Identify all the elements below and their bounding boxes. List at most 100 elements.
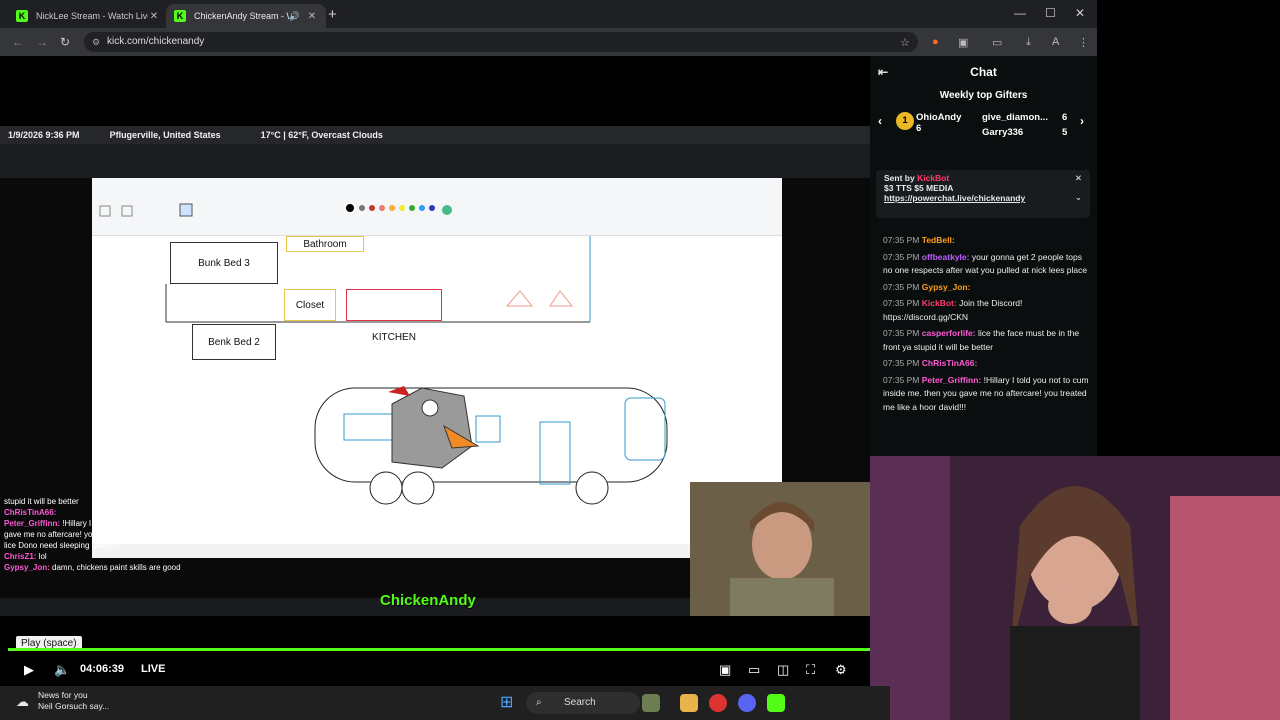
forward-icon[interactable]: → bbox=[36, 35, 48, 49]
pinned-sent-by: Sent by bbox=[884, 173, 915, 183]
overlay-chat-user: Gypsy_Jon: bbox=[4, 563, 50, 572]
msg-user[interactable]: KickBot: bbox=[922, 298, 957, 308]
gifter-name[interactable]: give_diamon... bbox=[982, 112, 1048, 123]
windows-taskbar: ☁ News for you Neil Gorsuch say... ⊞ ⌕ S… bbox=[0, 686, 890, 720]
tab-title: NickLee Stream - Watch Live on bbox=[36, 11, 148, 21]
webcam-person-icon bbox=[690, 482, 870, 616]
kick-app-icon[interactable] bbox=[767, 694, 785, 712]
gifter-name[interactable]: Garry336 bbox=[982, 127, 1023, 138]
paint-tools-icon bbox=[99, 203, 452, 217]
minimize-icon[interactable]: — bbox=[1014, 6, 1026, 20]
search-icon: ⌕ bbox=[536, 697, 542, 708]
chat-message: 07:35 PM KickBot: Join the Discord! http… bbox=[883, 297, 1090, 324]
settings-gear-icon[interactable]: ⚙ bbox=[835, 662, 847, 678]
streamer-brand-logo: ChickenAndy bbox=[380, 592, 476, 609]
taskbar-search[interactable]: ⌕ Search bbox=[526, 692, 640, 714]
msg-user[interactable]: casperforlife: bbox=[922, 328, 976, 338]
unpin-icon[interactable]: ✕ bbox=[1075, 173, 1082, 184]
discord-icon[interactable] bbox=[738, 694, 756, 712]
widget-app-icon[interactable] bbox=[642, 694, 660, 712]
kick-favicon-icon: K bbox=[174, 10, 186, 22]
tab-chickenandy[interactable]: K ChickenAndy Stream - Wat 🔊 ✕ bbox=[166, 4, 326, 28]
fullscreen-icon[interactable]: ⛶ bbox=[806, 662, 815, 678]
msg-time: 07:35 PM bbox=[883, 298, 920, 308]
stream-video[interactable]: 1/9/2026 9:36 PM Pflugerville, United St… bbox=[0, 126, 870, 616]
streamer-taskbar bbox=[0, 598, 690, 616]
expand-chevron-down-icon[interactable]: ⌄ bbox=[1075, 192, 1082, 203]
menu-kebab-icon[interactable]: ⋮ bbox=[1078, 36, 1089, 49]
msg-user[interactable]: Peter_Griffinn: bbox=[922, 375, 982, 385]
extension-icon[interactable]: ● bbox=[932, 36, 939, 48]
overlay-chat-line: lol bbox=[38, 552, 47, 561]
pinned-link[interactable]: https://powerchat.live/chickenandy bbox=[884, 193, 1082, 203]
reload-icon[interactable]: ↻ bbox=[60, 35, 70, 49]
chat-message: 07:35 PM Peter_Griffinn: !Hillary I told… bbox=[883, 374, 1090, 415]
top-gifters-label: Weekly top Gifters bbox=[939, 90, 1028, 101]
browser-tab-bar: K NickLee Stream - Watch Live on ✕ K Chi… bbox=[0, 0, 1097, 28]
close-window-icon[interactable]: ✕ bbox=[1075, 6, 1085, 20]
msg-user[interactable]: TedBell: bbox=[922, 235, 955, 245]
clip-icon[interactable]: ▣ bbox=[719, 662, 731, 678]
download-icon[interactable]: ⤓ bbox=[1026, 36, 1031, 49]
chat-title: Chat bbox=[970, 65, 997, 79]
pinned-message: Sent by KickBot $3 TTS $5 MEDIA https://… bbox=[876, 170, 1090, 218]
windows-start-icon[interactable]: ⊞ bbox=[500, 692, 513, 712]
msg-time: 07:35 PM bbox=[883, 281, 920, 292]
overlay-chat-user: Peter_Griffinn: bbox=[4, 519, 61, 528]
msg-user[interactable]: offbeatkyle: bbox=[922, 252, 970, 262]
gifter-name[interactable]: OhioAndy bbox=[916, 112, 961, 123]
cast-icon[interactable]: ▭ bbox=[992, 36, 1002, 49]
stream-datetime: 1/9/2026 9:36 PM bbox=[8, 130, 80, 140]
stream-info-bar: 1/9/2026 9:36 PM Pflugerville, United St… bbox=[0, 126, 870, 144]
gifter-count: 6 bbox=[916, 123, 922, 134]
prev-gifters-icon[interactable]: ‹ bbox=[878, 114, 882, 128]
gifter-rank-badge: 1 bbox=[896, 112, 914, 130]
stream-weather: 17°C | 62°F, Overcast Clouds bbox=[260, 130, 383, 140]
player-controls: Play (space) ▶ 🔈 04:06:39 LIVE ▣ ▭ ◫ ⛶ ⚙ bbox=[0, 616, 870, 686]
bookmark-star-icon[interactable]: ☆ bbox=[900, 36, 910, 49]
video-letterbox bbox=[0, 56, 870, 128]
new-tab-icon[interactable]: + bbox=[328, 6, 337, 23]
overlay-chat-line: damn, chickens paint skills are good bbox=[52, 563, 181, 572]
news-subtitle: Neil Gorsuch say... bbox=[38, 701, 110, 711]
msg-user[interactable]: Gypsy_Jon: bbox=[922, 282, 971, 292]
theater-mode-icon[interactable]: ▭ bbox=[748, 662, 760, 678]
maximize-icon[interactable]: ☐ bbox=[1045, 6, 1056, 20]
msg-time: 07:35 PM bbox=[883, 251, 920, 262]
chat-panel: ⇤ Chat Weekly top Gifters ‹ 1 OhioAndy 6… bbox=[870, 56, 1097, 456]
overlay-chat-user: ChrisZ1: bbox=[4, 552, 37, 561]
profile-avatar-icon[interactable]: A bbox=[1052, 36, 1059, 48]
chrome-icon[interactable] bbox=[709, 694, 727, 712]
volume-icon[interactable]: 🔈 bbox=[54, 662, 70, 678]
top-gifters: Weekly top Gifters ‹ 1 OhioAndy 6 give_d… bbox=[870, 90, 1097, 154]
streamer-browser-toolbar bbox=[0, 144, 870, 178]
elapsed-time: 04:06:39 bbox=[80, 663, 125, 675]
webcam-person-icon bbox=[870, 456, 1280, 720]
news-widget[interactable]: News for you Neil Gorsuch say... bbox=[38, 690, 109, 712]
search-label: Search bbox=[564, 697, 596, 708]
overlay-chat-line: lice Dono need sleeping quarters bbox=[4, 541, 121, 550]
url-bar[interactable]: ⚙ kick.com/chickenandy bbox=[84, 32, 918, 52]
streamer-webcam bbox=[690, 482, 870, 616]
miniplayer-icon[interactable]: ◫ bbox=[777, 662, 789, 678]
msg-user[interactable]: ChRisTinA66: bbox=[922, 358, 978, 368]
msg-time: 07:35 PM bbox=[883, 358, 920, 368]
close-tab-icon[interactable]: ✕ bbox=[306, 11, 318, 22]
tab-nicklee[interactable]: K NickLee Stream - Watch Live on ✕ bbox=[8, 4, 168, 28]
collapse-chat-icon[interactable]: ⇤ bbox=[878, 56, 888, 88]
progress-bar[interactable] bbox=[8, 648, 870, 651]
back-icon[interactable]: ← bbox=[12, 35, 24, 49]
stream-location: Pflugerville, United States bbox=[109, 130, 221, 140]
play-icon[interactable]: ▶ bbox=[24, 662, 34, 678]
pinned-sender[interactable]: KickBot bbox=[917, 173, 949, 183]
reaction-webcam bbox=[870, 456, 1280, 720]
live-indicator[interactable]: LIVE bbox=[141, 663, 165, 675]
chat-messages: 07:35 PM TedBell: 07:35 PM offbeatkyle: … bbox=[883, 234, 1090, 417]
audio-icon[interactable]: 🔊 bbox=[289, 11, 300, 22]
close-tab-icon[interactable]: ✕ bbox=[148, 11, 160, 22]
weather-widget-icon[interactable]: ☁ bbox=[16, 694, 29, 710]
next-gifters-icon[interactable]: › bbox=[1080, 114, 1084, 128]
site-info-icon[interactable]: ⚙ bbox=[92, 32, 100, 52]
extensions-puzzle-icon[interactable]: ▣ bbox=[958, 36, 968, 49]
file-explorer-icon[interactable] bbox=[680, 694, 698, 712]
